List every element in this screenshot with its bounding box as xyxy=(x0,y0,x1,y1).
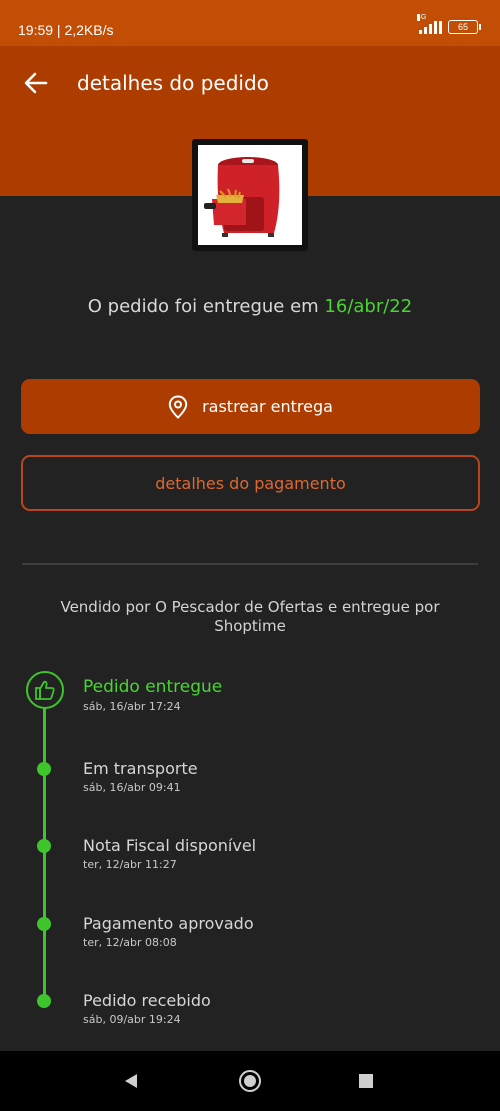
timeline-event: Pedido entregue sáb, 16/abr 17:24 xyxy=(83,677,222,713)
nav-back-icon xyxy=(125,1074,137,1088)
nav-recents-icon[interactable] xyxy=(359,1074,373,1088)
timeline-event-date: sáb, 16/abr 09:41 xyxy=(83,781,181,794)
nav-back-button[interactable] xyxy=(123,1072,139,1094)
network-type: 4G xyxy=(417,14,427,21)
timeline-event-title: Em transporte xyxy=(83,759,198,778)
air-fryer-image xyxy=(204,157,280,237)
battery-icon: 65 xyxy=(448,20,481,34)
timeline-event-date: ter, 12/abr 08:08 xyxy=(83,936,177,949)
back-arrow-icon xyxy=(24,72,48,94)
page-title: detalhes do pedido xyxy=(77,71,269,95)
timeline-dot xyxy=(37,762,51,776)
divider xyxy=(22,563,478,565)
timeline-event: Pagamento aprovado ter, 12/abr 08:08 xyxy=(83,914,254,949)
timeline-event-title: Pagamento aprovado xyxy=(83,914,254,933)
nav-home-icon[interactable] xyxy=(239,1070,261,1092)
status-bar: 19:59 | 2,2KB/s 4G 65 xyxy=(0,0,500,46)
delivery-date: 16/abr/22 xyxy=(324,296,413,317)
timeline-dot xyxy=(37,917,51,931)
status-icons: 4G 65 xyxy=(417,14,481,34)
timeline-event-date: sáb, 16/abr 17:24 xyxy=(83,700,181,713)
timeline-event-date: ter, 12/abr 11:27 xyxy=(83,858,177,871)
back-button[interactable] xyxy=(22,71,50,95)
location-pin-icon xyxy=(168,394,188,419)
product-image[interactable] xyxy=(192,139,308,251)
delivery-status-message: O pedido foi entregue em 16/abr/22 xyxy=(0,296,500,317)
system-nav-bar xyxy=(0,1051,500,1111)
track-delivery-button[interactable]: rastrear entrega xyxy=(21,379,480,434)
delivery-prefix: O pedido foi entregue em xyxy=(87,296,325,317)
thumbs-up-icon xyxy=(35,680,55,700)
timeline-current-marker xyxy=(26,671,64,709)
track-delivery-label: rastrear entrega xyxy=(202,397,333,416)
seller-info: Vendido por O Pescador de Ofertas e entr… xyxy=(60,598,440,635)
timeline-dot xyxy=(37,994,51,1008)
timeline-event-date: sáb, 09/abr 19:24 xyxy=(83,1013,181,1026)
timeline-event-title: Pedido recebido xyxy=(83,991,211,1010)
battery-level: 65 xyxy=(457,22,468,32)
timeline-dot xyxy=(37,839,51,853)
timeline-event-title: Pedido entregue xyxy=(83,677,223,697)
timeline-event: Nota Fiscal disponível ter, 12/abr 11:27 xyxy=(83,836,256,871)
timeline-line xyxy=(43,708,46,1003)
timeline-event: Pedido recebido sáb, 09/abr 19:24 xyxy=(83,991,211,1026)
timeline-event-title: Nota Fiscal disponível xyxy=(83,836,257,855)
payment-details-button[interactable]: detalhes do pagamento xyxy=(21,455,480,511)
signal-icon: 4G xyxy=(417,14,442,34)
status-time-speed: 19:59 | 2,2KB/s xyxy=(18,22,114,38)
payment-details-label: detalhes do pagamento xyxy=(155,473,346,493)
timeline-event: Em transporte sáb, 16/abr 09:41 xyxy=(83,759,198,794)
